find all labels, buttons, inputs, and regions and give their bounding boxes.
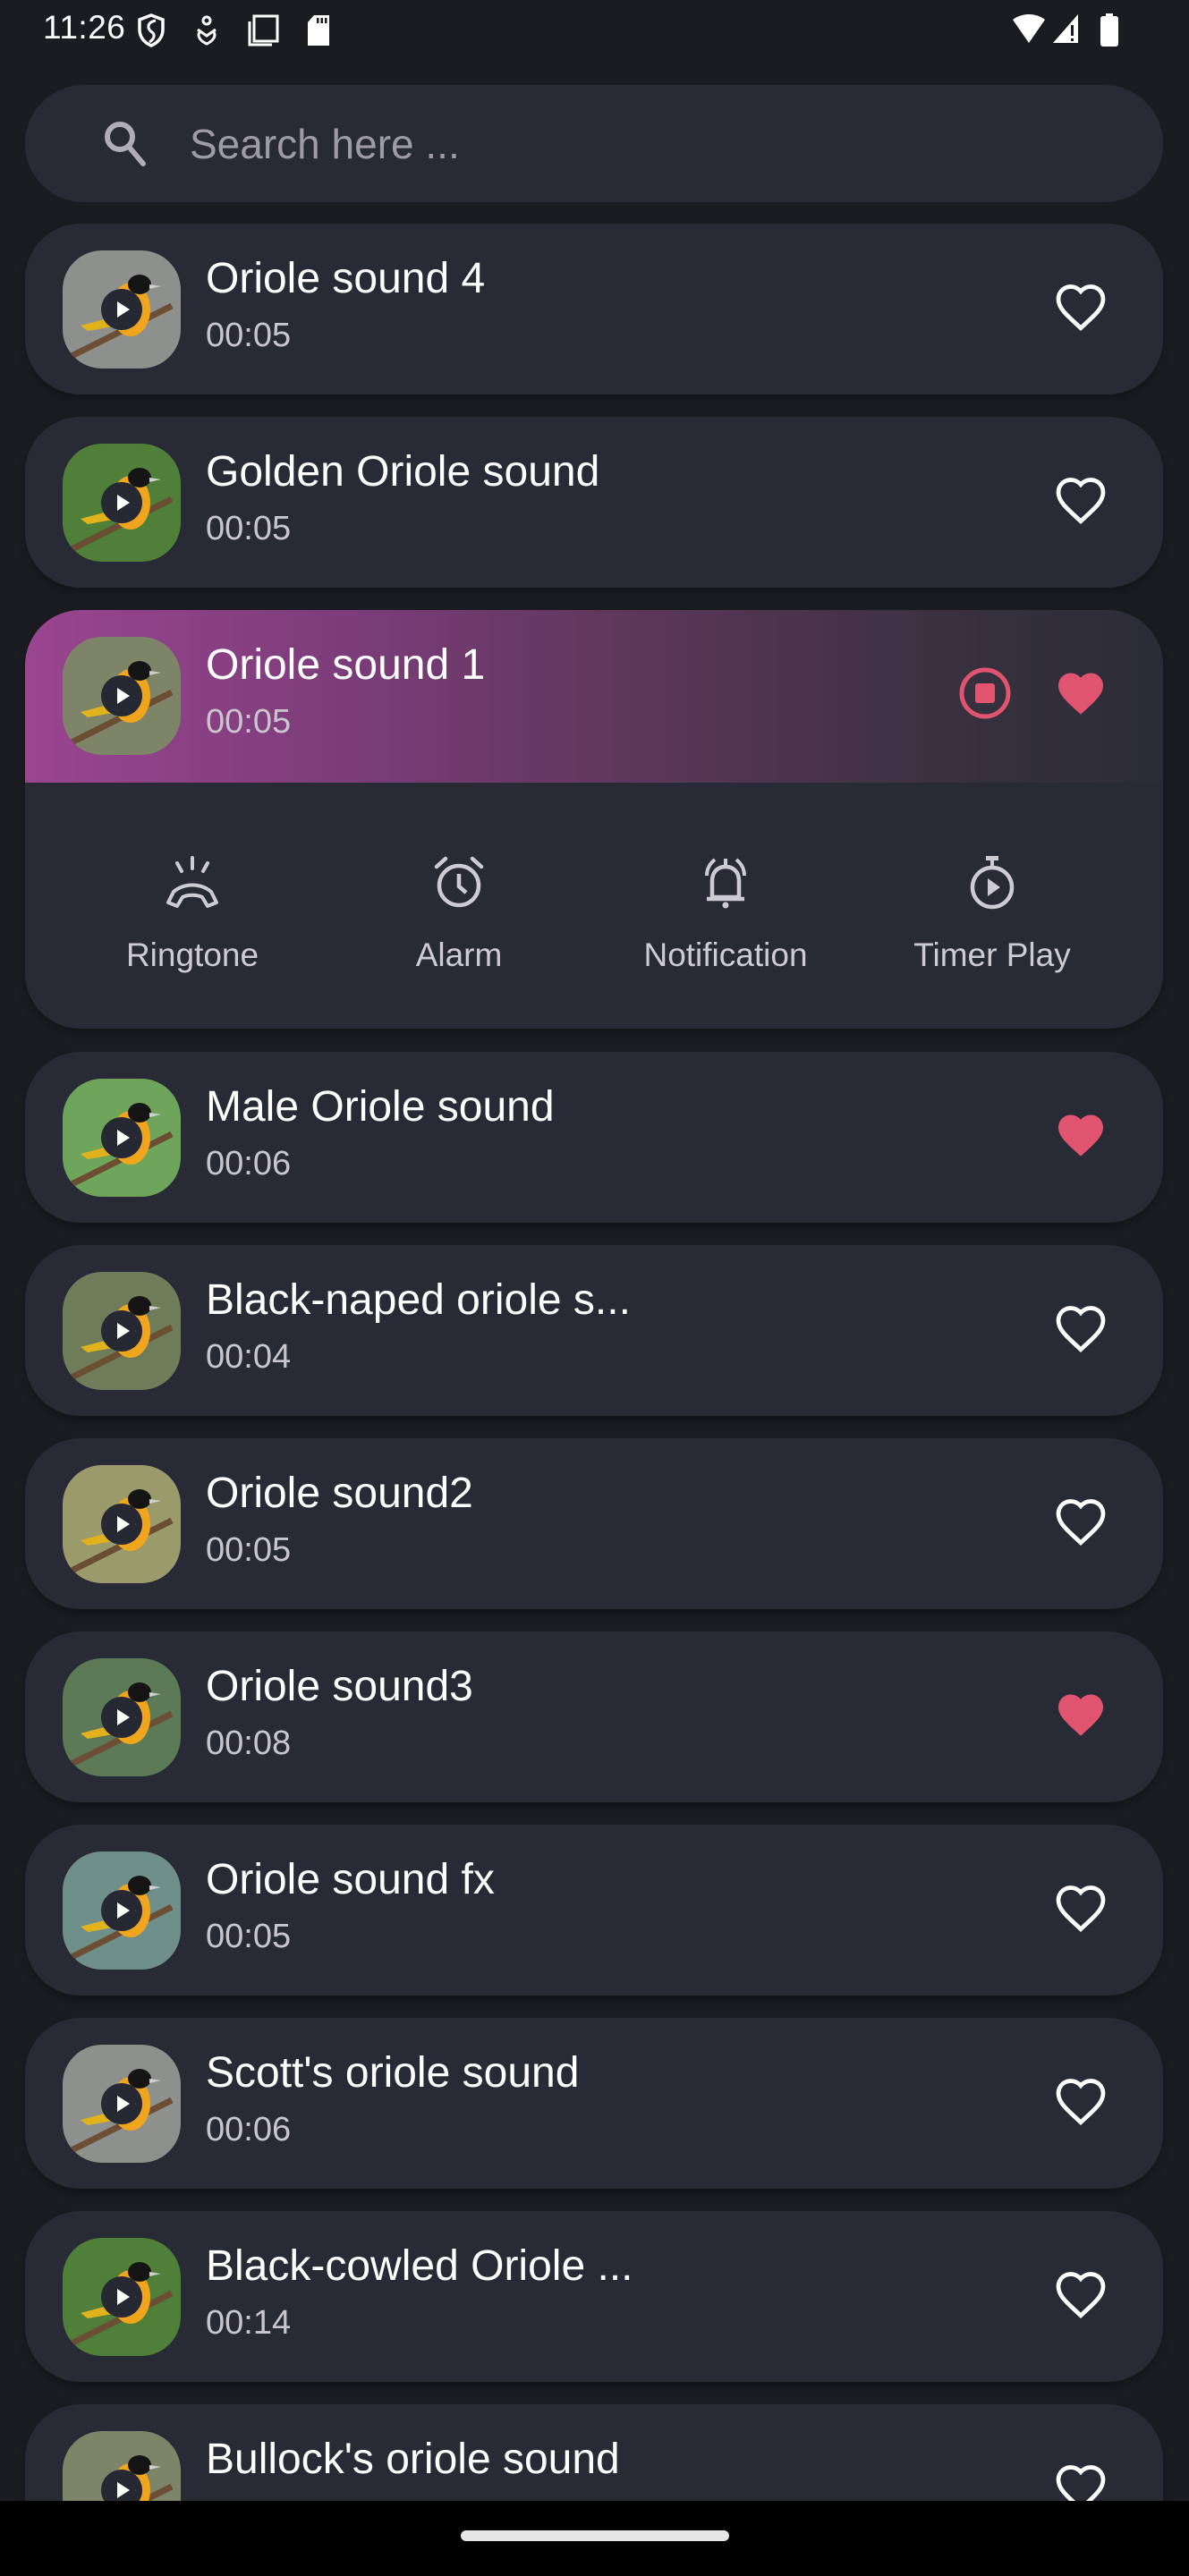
sound-card-0[interactable]: Oriole sound 4 00:05: [25, 224, 1163, 394]
action-label: Timer Play: [913, 936, 1071, 973]
sound-title: Golden Oriole sound: [206, 448, 600, 496]
home-gesture-handle[interactable]: [461, 2530, 729, 2541]
sound-card-header[interactable]: Scott's oriole sound 00:06: [25, 2018, 1163, 2189]
play-button[interactable]: [101, 1310, 142, 1352]
sound-card-header[interactable]: Golden Oriole sound 00:05: [25, 417, 1163, 588]
favorite-outline-heart-icon[interactable]: [1054, 282, 1108, 332]
sound-duration: 00:05: [206, 510, 292, 547]
bird-thumbnail[interactable]: [63, 2045, 181, 2163]
navigation-bar: [0, 2501, 1189, 2576]
sound-card-header[interactable]: Oriole sound 4 00:05: [25, 224, 1163, 394]
sound-card-8[interactable]: Scott's oriole sound 00:06: [25, 2018, 1163, 2189]
bird-thumbnail[interactable]: [63, 1658, 181, 1776]
favorite-filled-heart-icon[interactable]: [1054, 1690, 1108, 1740]
play-button[interactable]: [101, 1890, 142, 1931]
action-label: Ringtone: [125, 936, 259, 973]
bird-thumbnail[interactable]: [63, 2238, 181, 2356]
favorite-outline-heart-icon[interactable]: [1054, 475, 1108, 525]
sound-card-header[interactable]: Male Oriole sound 00:06: [25, 1052, 1163, 1223]
favorite-filled-heart-icon[interactable]: [1054, 668, 1108, 718]
sound-duration: 00:06: [206, 2111, 292, 2148]
sound-title: Black-cowled Oriole ...: [206, 2242, 633, 2290]
favorite-outline-heart-icon[interactable]: [1054, 2269, 1108, 2319]
play-button[interactable]: [101, 675, 142, 716]
bird-thumbnail[interactable]: [63, 1465, 181, 1583]
sound-title: Oriole sound 1: [206, 641, 486, 689]
sound-title: Oriole sound3: [206, 1663, 473, 1710]
stop-icon[interactable]: [957, 665, 1013, 721]
sound-card-header[interactable]: Black-cowled Oriole ... 00:14: [25, 2211, 1163, 2382]
bird-thumbnail[interactable]: [63, 2431, 181, 2501]
bird-thumbnail[interactable]: [63, 1852, 181, 1970]
sound-card-header[interactable]: Black-naped oriole s... 00:04: [25, 1245, 1163, 1416]
ringtone-icon: [59, 854, 326, 911]
sound-duration: 00:05: [206, 317, 292, 354]
sound-title: Oriole sound2: [206, 1470, 473, 1517]
bird-thumbnail[interactable]: [63, 637, 181, 755]
sound-card-5[interactable]: Oriole sound2 00:05: [25, 1438, 1163, 1609]
search-icon: [105, 122, 146, 166]
timer-play-icon: [859, 854, 1125, 911]
sound-duration: 00:05: [206, 1531, 292, 1569]
sound-title: Oriole sound 4: [206, 255, 486, 302]
set-timer-play-button[interactable]: Timer Play: [859, 854, 1125, 974]
search-bar[interactable]: [25, 85, 1163, 202]
play-button[interactable]: [101, 2276, 142, 2318]
sound-card-2[interactable]: Oriole sound 1 00:05 Ringtone Alarm Notifi…: [25, 610, 1163, 1029]
action-label: Alarm: [415, 936, 503, 973]
sound-card-4[interactable]: Black-naped oriole s... 00:04: [25, 1245, 1163, 1416]
play-button[interactable]: [101, 1117, 142, 1158]
favorite-outline-heart-icon[interactable]: [1054, 1496, 1108, 1546]
action-label: Notification: [643, 936, 808, 973]
sound-duration: 00:05: [206, 1918, 292, 1955]
sound-list: Oriole sound 4 00:05 Golden Oriole sou: [0, 0, 1189, 2501]
sound-duration: 00:05: [206, 703, 292, 741]
favorite-outline-heart-icon[interactable]: [1054, 2076, 1108, 2126]
sound-title: Oriole sound fx: [206, 1856, 495, 1903]
notification-icon: [592, 854, 859, 911]
favorite-outline-heart-icon[interactable]: [1054, 1303, 1108, 1353]
sound-title: Male Oriole sound: [206, 1083, 555, 1131]
sound-card-header[interactable]: Oriole sound2 00:05: [25, 1438, 1163, 1609]
sound-card-1[interactable]: Golden Oriole sound 00:05: [25, 417, 1163, 588]
play-button[interactable]: [101, 482, 142, 523]
sound-card-10[interactable]: Bullock's oriole sound 00:12: [25, 2404, 1163, 2501]
play-button[interactable]: [101, 289, 142, 330]
play-button[interactable]: [101, 1504, 142, 1545]
bird-thumbnail[interactable]: [63, 444, 181, 562]
sound-title: Bullock's oriole sound: [206, 2436, 620, 2483]
sound-duration: 00:14: [206, 2304, 292, 2342]
sound-card-3[interactable]: Male Oriole sound 00:06: [25, 1052, 1163, 1223]
sound-card-header[interactable]: Oriole sound fx 00:05: [25, 1825, 1163, 1996]
sound-duration: 00:08: [206, 1724, 292, 1762]
sound-card-7[interactable]: Oriole sound fx 00:05: [25, 1825, 1163, 1996]
sound-title: Scott's oriole sound: [206, 2049, 580, 2097]
sound-duration: 00:06: [206, 1145, 292, 1182]
bird-thumbnail[interactable]: [63, 1272, 181, 1390]
search-input[interactable]: [188, 112, 1086, 176]
set-as-actions: Ringtone Alarm Notification Timer Play: [25, 783, 1163, 1029]
sound-duration: 00:04: [206, 1338, 292, 1376]
play-button[interactable]: [101, 1697, 142, 1738]
sound-card-header[interactable]: Bullock's oriole sound 00:12: [25, 2404, 1163, 2501]
sound-card-9[interactable]: Black-cowled Oriole ... 00:14: [25, 2211, 1163, 2382]
favorite-outline-heart-icon[interactable]: [1054, 1883, 1108, 1933]
sound-card-header[interactable]: Oriole sound3 00:08: [25, 1631, 1163, 1802]
alarm-icon: [326, 854, 592, 911]
play-button[interactable]: [101, 2083, 142, 2124]
set-ringtone-button[interactable]: Ringtone: [59, 854, 326, 974]
sound-card-header[interactable]: Oriole sound 1 00:05: [25, 610, 1163, 783]
sound-title: Black-naped oriole s...: [206, 1276, 631, 1324]
set-notification-button[interactable]: Notification: [592, 854, 859, 974]
favorite-outline-heart-icon[interactable]: [1054, 2462, 1108, 2501]
sound-card-6[interactable]: Oriole sound3 00:08: [25, 1631, 1163, 1802]
set-alarm-button[interactable]: Alarm: [326, 854, 592, 974]
bird-thumbnail[interactable]: [63, 1079, 181, 1197]
favorite-filled-heart-icon[interactable]: [1054, 1110, 1108, 1160]
bird-thumbnail[interactable]: [63, 250, 181, 369]
